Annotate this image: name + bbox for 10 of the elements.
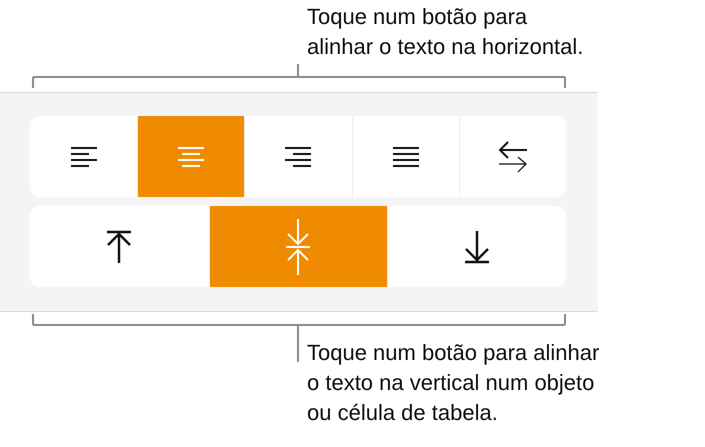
callout-text: Toque num botão para alinhar o texto na vertical num objeto ou célula de tabela. <box>307 339 600 427</box>
text-direction-icon <box>498 138 528 174</box>
align-top-icon <box>106 230 132 264</box>
align-left-icon <box>70 146 97 168</box>
align-middle-icon <box>286 218 310 276</box>
justify-icon <box>392 146 419 168</box>
align-right-icon <box>285 146 312 168</box>
align-center-icon <box>178 146 204 168</box>
callout-text: Toque num botão para alinhar o texto na horizontal. <box>307 3 584 61</box>
align-bottom-icon <box>464 230 490 264</box>
